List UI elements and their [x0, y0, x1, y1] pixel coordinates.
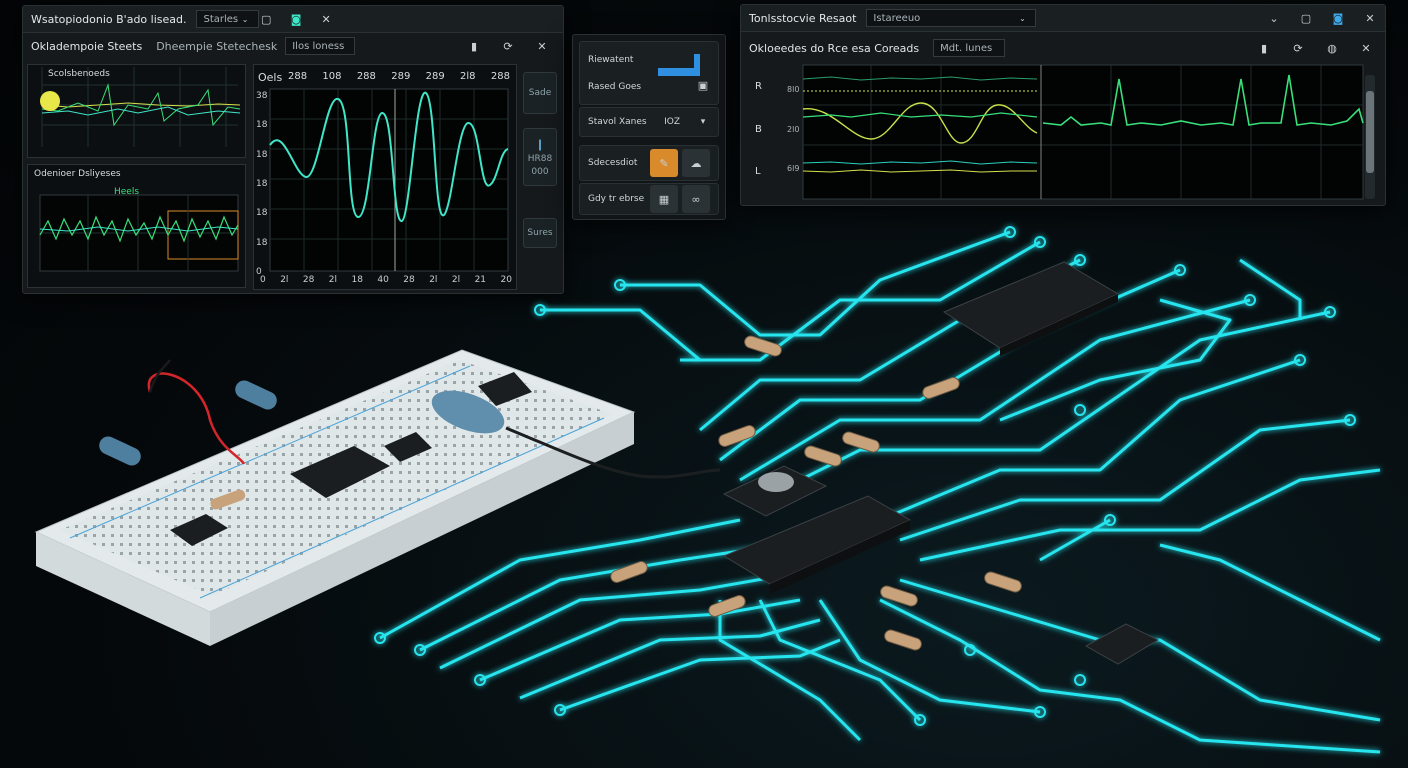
left-window-title: Wsatopiodonio B'ado lisead. — [31, 12, 187, 26]
x-tick: 28 — [302, 275, 315, 285]
left-sub-dropdown[interactable]: Ilos loness — [285, 37, 356, 55]
x-tick: 2l — [429, 275, 438, 285]
x-tick: 2l — [328, 275, 338, 285]
close-icon[interactable]: ✕ — [535, 39, 549, 53]
pcb-ic-small — [1084, 623, 1160, 665]
grid-icon: ▦ — [658, 192, 670, 206]
control-label: Riewatent — [588, 54, 634, 65]
pcb-ic-crystal — [722, 465, 828, 517]
control-row-riewatent[interactable]: Riewatent Rased Goes ▣ — [579, 41, 719, 105]
control-label: Sdecesdiot — [588, 158, 638, 168]
right-scrollbar-thumb[interactable] — [1366, 91, 1374, 173]
pen-icon: ✎ — [659, 156, 669, 170]
right-analyzer-window: Tonlsstocvie Resaot Istareeuo ⌄ ⌄ ▢ ◙ ✕ … — [740, 4, 1386, 206]
tab-dheempie[interactable]: Dheempie Stetechesk — [156, 40, 277, 53]
left-sub-dropdown-value: Ilos loness — [292, 40, 345, 52]
settings-icon[interactable]: ◙ — [289, 12, 303, 26]
pcb-traces — [379, 230, 1381, 754]
link-tool-tile[interactable]: ∞ — [682, 185, 710, 213]
mini-plot-1-svg — [40, 67, 241, 147]
side-button-hr88[interactable]: ❙ HR88 000 — [523, 128, 557, 186]
mini-plot-2-panel: Odenioer Dsliyeses Heels — [27, 164, 246, 288]
side-button-label: Sures — [527, 228, 553, 238]
side-button-label: HR88 — [527, 154, 553, 164]
left-window-dropdown-value: Starles — [203, 13, 239, 25]
blue-slider-indicator[interactable] — [658, 54, 700, 76]
x-tick: 40 — [377, 275, 389, 285]
right-plot-svg — [802, 64, 1375, 200]
control-row-stavol[interactable]: Stavol Xanes IOZ ▾ — [579, 107, 719, 137]
control-label: Stavol Xanes — [588, 117, 647, 127]
chevron-down-icon: ⌄ — [241, 14, 249, 24]
probe-icon: ❙ — [535, 137, 545, 151]
main-plot-x-bottom: 0 2l 28 2l 18 40 28 2l 2l 21 20 — [260, 275, 512, 285]
breadboard — [34, 349, 721, 646]
side-button-value: 000 — [531, 167, 549, 177]
left-window-subbar: Okladempoie Steets Dheempie Stetechesk I… — [23, 33, 563, 59]
side-button-label: Sade — [528, 88, 552, 98]
pcb-resistors — [610, 335, 1022, 651]
main-plot-svg — [269, 88, 509, 272]
x-tick: 18 — [351, 275, 363, 285]
left-window-dropdown[interactable]: Starles ⌄ — [196, 10, 260, 28]
left-oscilloscope-window: Wsatopiodonio B'ado lisead. Starles ⌄ ▢ … — [22, 5, 564, 294]
x-tick: 2l — [451, 275, 461, 285]
link-icon: ∞ — [691, 192, 701, 206]
x-tick: 28 — [403, 275, 415, 285]
x-tick: 20 — [500, 275, 512, 285]
cloud-tool-tile[interactable]: ☁ — [682, 149, 710, 177]
chevron-down-icon: ▾ — [700, 117, 706, 127]
left-window-titlebar: Wsatopiodonio B'ado lisead. Starles ⌄ ▢ … — [23, 6, 563, 33]
refresh-icon[interactable]: ⟳ — [501, 39, 515, 53]
control-row-sdecesdiot[interactable]: Sdecesdiot ✎ ☁ — [579, 145, 719, 181]
close-icon[interactable]: ✕ — [319, 12, 333, 26]
x-tick: 21 — [474, 275, 487, 285]
x-tick: 0 — [260, 275, 266, 285]
main-plot-panel: Oels 288 108 288 289 289 2l8 288 38 18 1… — [253, 64, 517, 290]
control-value: IOZ — [664, 117, 680, 127]
orange-tool-tile[interactable]: ✎ — [650, 149, 678, 177]
mini-plot-1-panel: Scolsbenoeds — [27, 64, 246, 158]
tab-okladempoie[interactable]: Okladempoie Steets — [31, 40, 142, 53]
restore-icon[interactable]: ▢ — [259, 12, 273, 26]
control-panel-window: Riewatent Rased Goes ▣ Stavol Xanes IOZ … — [572, 34, 726, 220]
control-label: Rased Goes — [588, 81, 642, 92]
camera-icon[interactable]: ▣ — [696, 78, 710, 92]
minimize-icon[interactable]: ▮ — [467, 39, 481, 53]
control-label: Gdy tr ebrse — [588, 194, 645, 204]
side-button-sade[interactable]: Sade — [523, 72, 557, 114]
mini-plot-2-svg — [39, 194, 239, 272]
pcb-ic-main — [722, 495, 912, 594]
grid-tool-tile[interactable]: ▦ — [650, 185, 678, 213]
pcb-pads — [374, 226, 1356, 726]
side-button-sures[interactable]: Sures — [523, 218, 557, 248]
pcb-ic-top — [942, 261, 1120, 356]
control-row-gdy[interactable]: Gdy tr ebrse ▦ ∞ — [579, 183, 719, 215]
cloud-icon: ☁ — [690, 156, 702, 170]
x-tick: 2l — [280, 275, 289, 285]
